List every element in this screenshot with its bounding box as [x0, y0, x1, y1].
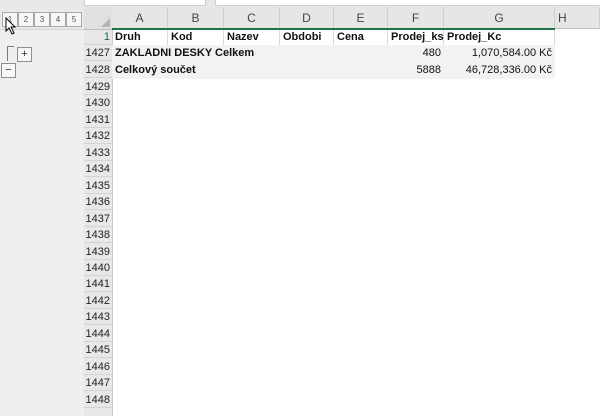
row-header[interactable]: 1433: [84, 145, 112, 161]
row-header[interactable]: 1438: [84, 227, 112, 243]
header-cell-obdobi[interactable]: Obdobi: [280, 29, 334, 46]
row-header[interactable]: 1429: [84, 79, 112, 95]
subtotal-prodej-ks-cell[interactable]: 480: [388, 45, 444, 62]
row-header[interactable]: 1432: [84, 128, 112, 144]
header-cell-cena[interactable]: Cena: [334, 29, 388, 46]
name-box-edge: [84, 0, 206, 6]
mouse-pointer-icon: [5, 17, 17, 35]
column-header-a[interactable]: A: [112, 7, 168, 29]
row-header[interactable]: 1442: [84, 293, 112, 309]
row-header[interactable]: 1441: [84, 276, 112, 292]
outline-group-bracket: [7, 46, 14, 61]
outline-level-3-button[interactable]: 3: [34, 12, 50, 27]
outline-level-4-button[interactable]: 4: [50, 12, 66, 27]
row-header[interactable]: 1: [84, 29, 112, 45]
row-header[interactable]: 1447: [84, 375, 112, 391]
grand-total-prodej-kc-cell[interactable]: 46,728,336.00 Kč: [444, 62, 555, 79]
header-cell-nazev[interactable]: Nazev: [224, 29, 280, 46]
formula-bar-edge: [215, 0, 600, 6]
row-header[interactable]: 1443: [84, 309, 112, 325]
row-header[interactable]: 1436: [84, 194, 112, 210]
header-cell-kod[interactable]: Kod: [168, 29, 224, 46]
row-header[interactable]: 1427: [84, 45, 112, 61]
row-header[interactable]: 1437: [84, 211, 112, 227]
row-header[interactable]: 1439: [84, 244, 112, 260]
subtotal-label-cell[interactable]: ZAKLADNI DESKY Celkem: [112, 45, 388, 62]
column-header-d[interactable]: D: [280, 7, 334, 29]
column-header-c[interactable]: C: [224, 7, 280, 29]
collapse-group-button[interactable]: −: [1, 63, 16, 78]
select-all-triangle-icon: [101, 18, 110, 27]
grand-total-label-cell[interactable]: Celkový součet: [112, 62, 388, 79]
grand-total-prodej-ks-cell[interactable]: 5888: [388, 62, 444, 79]
column-header-f[interactable]: F: [388, 7, 444, 29]
header-cell-prodej-kc[interactable]: Prodej_Kc: [444, 29, 555, 46]
select-all-corner[interactable]: [84, 7, 113, 30]
subtotal-prodej-kc-cell[interactable]: 1,070,584.00 Kč: [444, 45, 555, 62]
column-header-b[interactable]: B: [168, 7, 224, 29]
outline-level-2-button[interactable]: 2: [18, 12, 34, 27]
column-header-h[interactable]: H: [555, 7, 600, 29]
top-toolbar-strip: [0, 0, 600, 7]
row-header[interactable]: 1446: [84, 359, 112, 375]
row-header[interactable]: 1444: [84, 326, 112, 342]
expand-group-button[interactable]: +: [17, 47, 32, 62]
row-header[interactable]: 1430: [84, 95, 112, 111]
row-header[interactable]: 1445: [84, 342, 112, 358]
outline-level-5-button[interactable]: 5: [66, 12, 82, 27]
row-header[interactable]: 1448: [84, 392, 112, 408]
column-header-g[interactable]: G: [444, 7, 555, 29]
row-header[interactable]: 1434: [84, 161, 112, 177]
header-cell-prodej-ks[interactable]: Prodej_ks: [388, 29, 444, 46]
row-header[interactable]: 1428: [84, 62, 112, 78]
header-cell-druh[interactable]: Druh: [112, 29, 168, 46]
row-header[interactable]: 1440: [84, 260, 112, 276]
column-header-e[interactable]: E: [334, 7, 388, 29]
row-header[interactable]: 1435: [84, 178, 112, 194]
row-header[interactable]: 1431: [84, 112, 112, 128]
